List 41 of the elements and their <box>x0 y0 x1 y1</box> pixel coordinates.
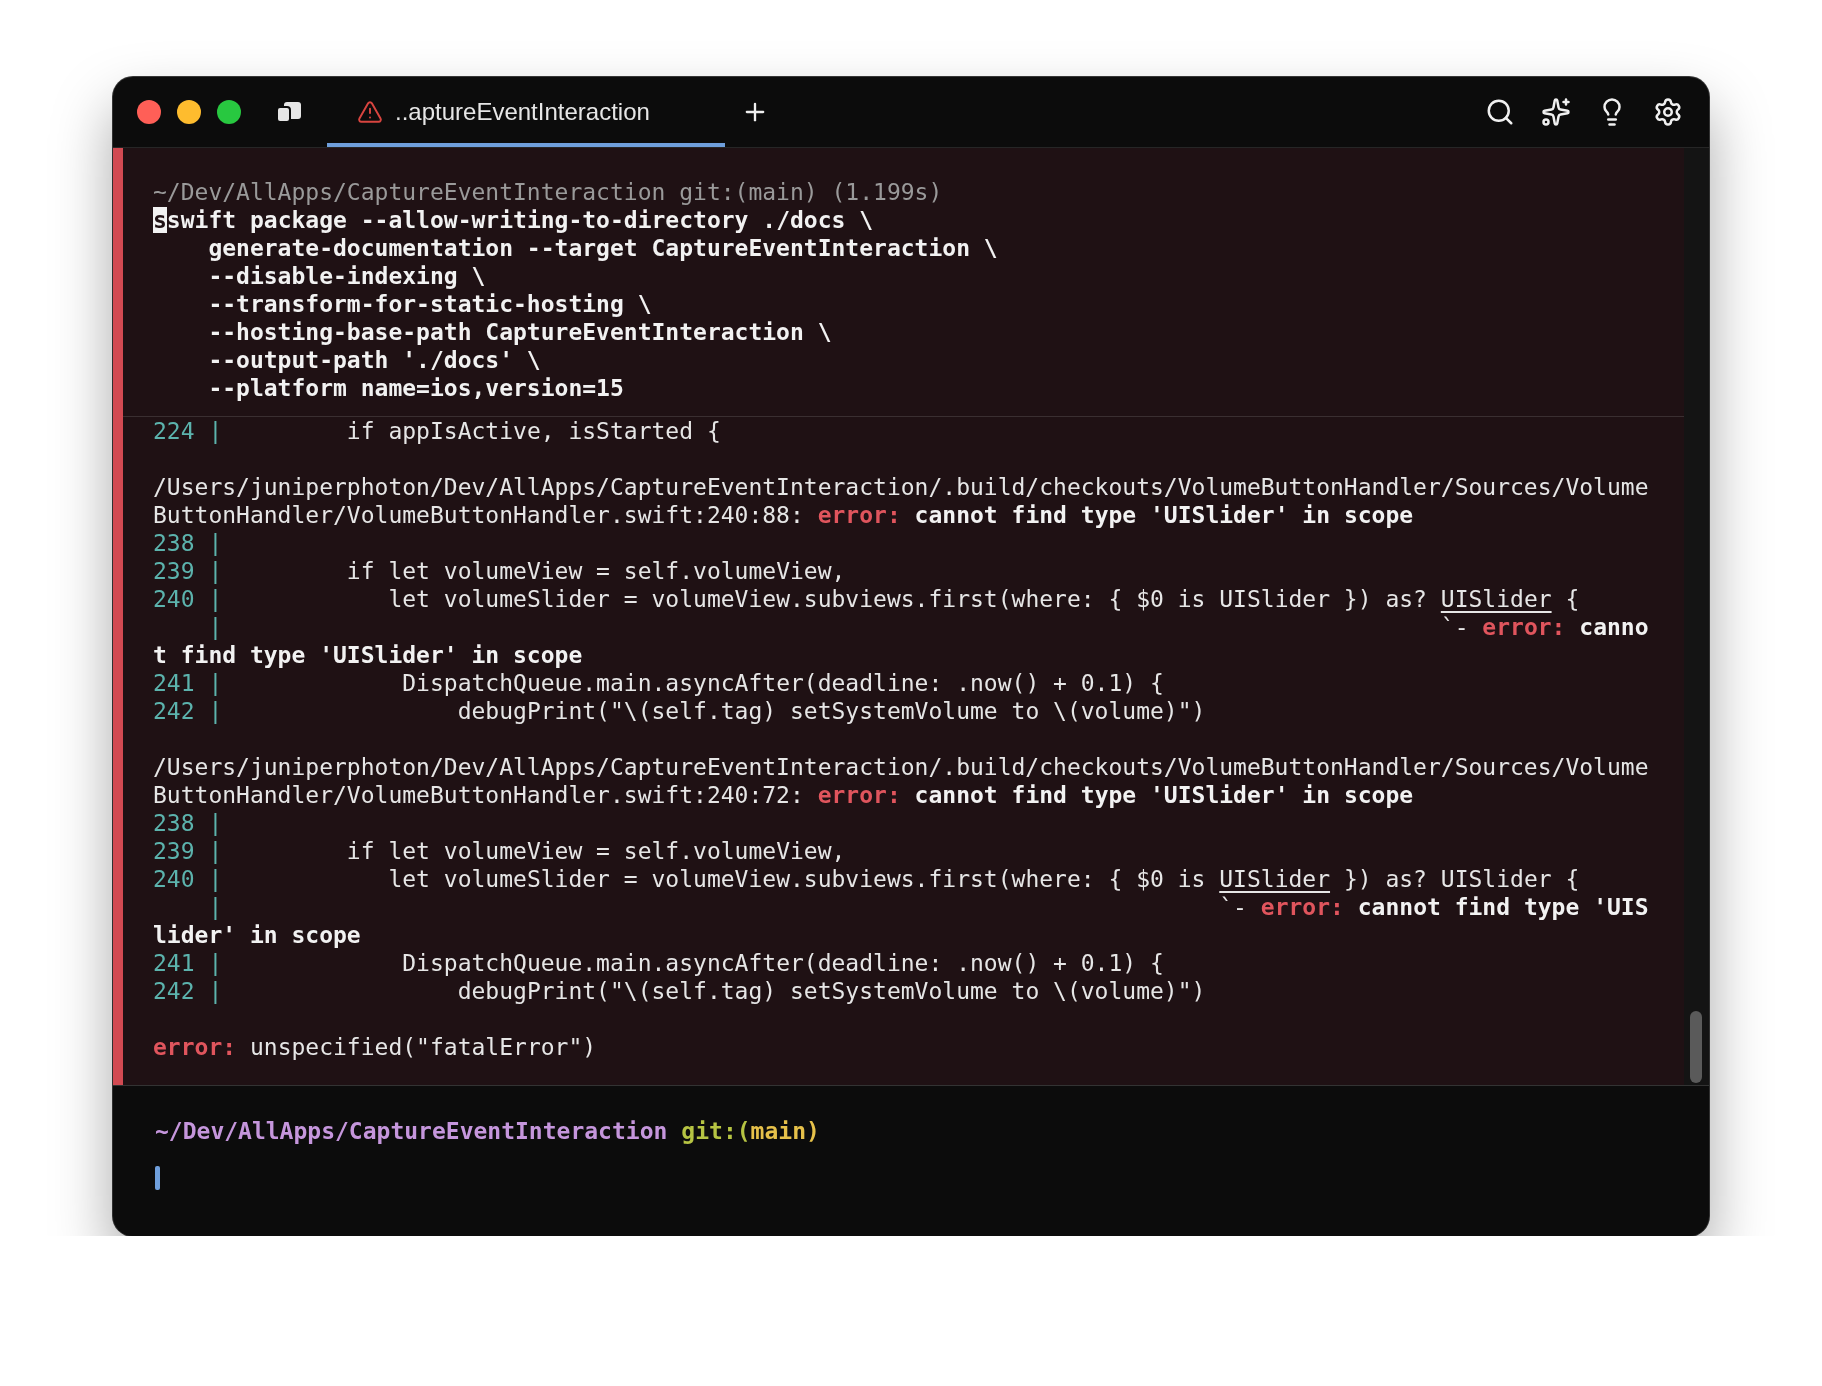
output-line: 238 | <box>153 809 224 837</box>
command-line: generate-documentation --target CaptureEventInteraction \ <box>207 234 999 262</box>
output-line: 240 | let volumeSlider = volumeView.subviews.first(where: { $0 is UISlider }) as? UISlider { <box>153 865 1581 893</box>
zoom-button[interactable] <box>217 100 241 124</box>
sparkles-icon[interactable] <box>1541 97 1571 127</box>
output-line: 224 | if appIsActive, isStarted { <box>153 417 722 445</box>
command-line: --transform-for-static-hosting \ <box>207 290 653 318</box>
output-line: t find type 'UISlider' in scope <box>153 641 584 669</box>
output-line: 238 | <box>153 529 224 557</box>
git-label: git:( <box>681 1117 751 1145</box>
settings-icon[interactable] <box>1653 97 1683 127</box>
close-button[interactable] <box>137 100 161 124</box>
block-header: ~/Dev/AllApps/CaptureEventInteraction git:(main) (1.199s) <box>153 178 944 206</box>
command-line: --hosting-base-path CaptureEventInteraction \ <box>207 318 833 346</box>
output-line: 239 | if let volumeView = self.volumeView, <box>153 837 847 865</box>
output-line: ButtonHandler/VolumeButtonHandler.swift:240:72: error: cannot find type 'UISlider' in scope <box>153 781 1415 809</box>
prompt-path: ~/Dev/AllApps/CaptureEventInteraction <box>155 1117 668 1145</box>
output-line: 242 | debugPrint("\(self.tag) setSystemVolume to \(volume)") <box>153 697 1207 725</box>
command-line: --disable-indexing \ <box>207 262 487 290</box>
output-line: | `- error: canno <box>207 613 1650 641</box>
text-cursor[interactable] <box>155 1166 160 1190</box>
output-line: /Users/juniperphoton/Dev/AllApps/CaptureEventInteraction/.build/checkouts/VolumeButtonHandler/Sources/Volume <box>153 473 1650 501</box>
search-icon[interactable] <box>1485 97 1515 127</box>
tab-label: ..aptureEventInteraction <box>395 98 650 126</box>
output-line: /Users/juniperphoton/Dev/AllApps/CaptureEventInteraction/.build/checkouts/VolumeButtonHandler/Sources/Volume <box>153 753 1650 781</box>
command-line: sswift package --allow-writing-to-directory ./docs \ <box>153 206 875 234</box>
output-line: lider' in scope <box>153 921 362 949</box>
output-line: 240 | let volumeSlider = volumeView.subviews.first(where: { $0 is UISlider }) as? UISlider { <box>153 585 1581 613</box>
command-line: --output-path './docs' \ <box>207 346 542 374</box>
output-line: 239 | if let volumeView = self.volumeView, <box>153 557 847 585</box>
output-line: error: unspecified("fatalError") <box>153 1033 598 1061</box>
output-line: ButtonHandler/VolumeButtonHandler.swift:240:88: error: cannot find type 'UISlider' in scope <box>153 501 1415 529</box>
minimize-button[interactable] <box>177 100 201 124</box>
output-line: 241 | DispatchQueue.main.asyncAfter(deadline: .now() + 0.1) { <box>153 669 1165 697</box>
git-branch: main) <box>750 1117 820 1145</box>
output-line: | `- error: cannot find type 'UIS <box>207 893 1650 921</box>
output-line: 241 | DispatchQueue.main.asyncAfter(deadline: .now() + 0.1) { <box>153 949 1165 977</box>
command-line: --platform name=ios,version=15 <box>207 374 625 402</box>
overlapping-cards-icon[interactable] <box>275 100 303 124</box>
output-line: 242 | debugPrint("\(self.tag) setSystemVolume to \(volume)") <box>153 977 1207 1005</box>
scrollbar-thumb[interactable] <box>1690 1011 1702 1083</box>
